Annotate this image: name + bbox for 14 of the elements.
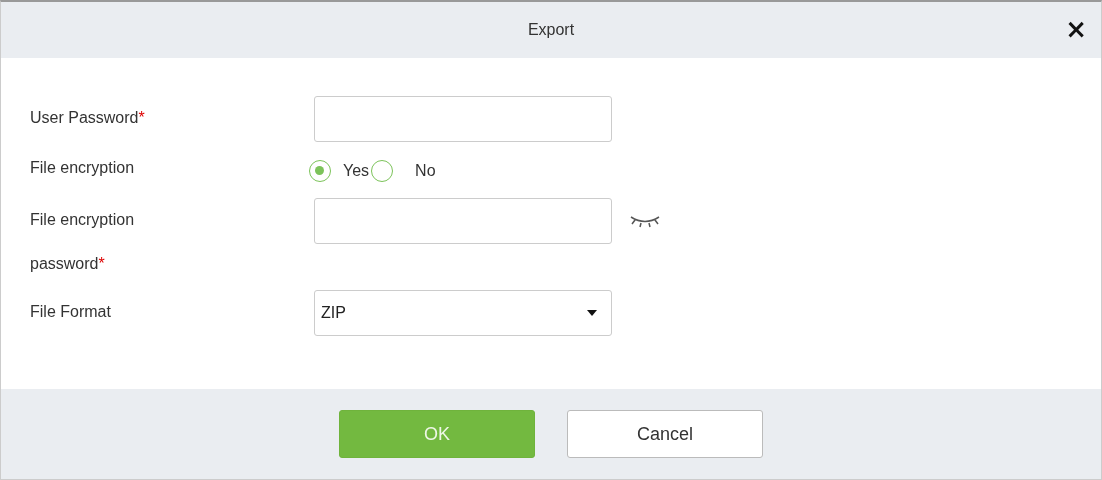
field-label: File encryption xyxy=(30,158,136,178)
radio-label[interactable]: No xyxy=(415,162,436,180)
field-label: File Format xyxy=(30,302,112,322)
password-field[interactable] xyxy=(314,96,612,142)
radio-label[interactable]: Yes xyxy=(343,162,370,180)
field-label: File encryption password* xyxy=(30,210,136,274)
closed-eye-icon[interactable] xyxy=(630,214,660,228)
password-field[interactable] xyxy=(314,198,612,244)
field-label: User Password* xyxy=(30,108,146,128)
caret-icon xyxy=(587,310,597,316)
file-format-dropdown[interactable]: ZIP xyxy=(314,290,612,336)
dialog-title: Export xyxy=(527,21,575,39)
close-button[interactable]: × xyxy=(1065,16,1087,42)
cancel-button[interactable]: Cancel xyxy=(567,410,763,458)
